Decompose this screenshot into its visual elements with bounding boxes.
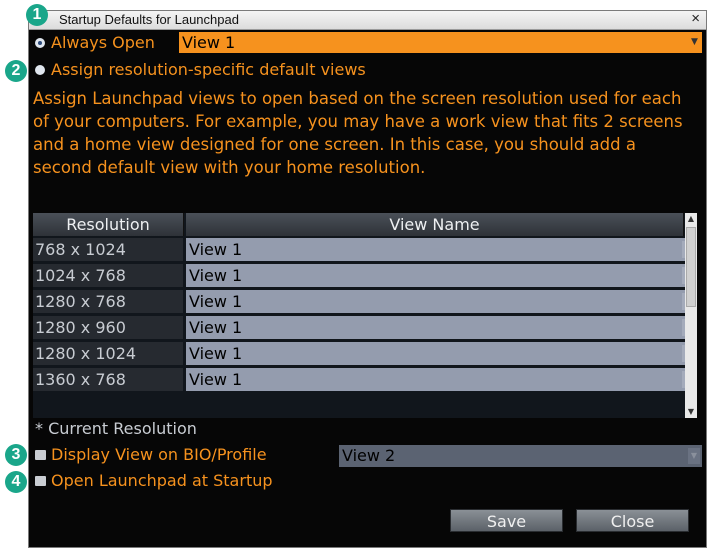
bio-view-select[interactable]: View 2 ▼ <box>339 445 702 467</box>
display-view-bio-label: Display View on BIO/Profile <box>51 445 267 464</box>
resolution-cell: 1280 x 768 <box>33 290 183 313</box>
resolution-cell: 1280 x 960 <box>33 316 183 339</box>
view-select[interactable]: View 1▼ <box>186 264 696 287</box>
open-at-startup-option[interactable]: Open Launchpad at Startup <box>35 471 273 490</box>
column-header-view-name[interactable]: View Name <box>186 213 684 236</box>
view-select[interactable]: View 1▼ <box>186 238 696 261</box>
table-scrollbar[interactable]: ▲ ▼ <box>685 213 697 418</box>
assign-resolution-option[interactable]: Assign resolution-specific default views <box>35 60 366 79</box>
scroll-up-icon[interactable]: ▲ <box>685 213 697 225</box>
callout-badge-3: 3 <box>5 444 27 466</box>
resolution-view-table: Resolution View Name 768 x 1024 View 1▼ … <box>33 213 697 418</box>
table-row[interactable]: 1280 x 1024 View 1▼ <box>33 342 697 365</box>
checkbox-icon[interactable] <box>35 475 46 486</box>
view-select[interactable]: View 1▼ <box>186 316 696 339</box>
view-value: View 1 <box>189 318 243 337</box>
save-button[interactable]: Save <box>450 509 563 532</box>
table-header: Resolution View Name <box>33 213 684 236</box>
table-row[interactable]: 1360 x 768 View 1▼ <box>33 368 697 391</box>
close-button[interactable]: Close <box>576 509 689 532</box>
view-value: View 1 <box>189 292 243 311</box>
open-at-startup-label: Open Launchpad at Startup <box>51 471 273 490</box>
current-resolution-note: * Current Resolution <box>35 419 197 438</box>
chevron-down-icon[interactable]: ▼ <box>688 448 700 464</box>
checkbox-icon[interactable] <box>35 449 46 460</box>
resolution-cell: 1024 x 768 <box>33 264 183 287</box>
always-open-label: Always Open <box>51 33 155 52</box>
display-view-bio-option[interactable]: Display View on BIO/Profile <box>35 445 267 464</box>
view-select[interactable]: View 1▼ <box>186 290 696 313</box>
description-text: Assign Launchpad views to open based on … <box>33 89 683 177</box>
always-open-view-value: View 1 <box>182 33 236 52</box>
column-header-resolution[interactable]: Resolution <box>33 213 184 236</box>
dialog-title: Startup Defaults for Launchpad <box>59 12 239 27</box>
callout-badge-2: 2 <box>5 60 27 82</box>
view-value: View 1 <box>189 240 243 259</box>
table-row[interactable]: 1024 x 768 View 1▼ <box>33 264 697 287</box>
scroll-down-icon[interactable]: ▼ <box>685 406 697 418</box>
callout-badge-1: 1 <box>26 4 48 26</box>
always-open-view-select[interactable]: View 1 ▼ <box>179 32 702 53</box>
callout-badge-4: 4 <box>5 471 27 493</box>
table-row[interactable]: 1280 x 960 View 1▼ <box>33 316 697 339</box>
always-open-option[interactable]: Always Open <box>35 33 155 52</box>
chevron-down-icon[interactable]: ▼ <box>690 36 699 48</box>
startup-defaults-dialog: Startup Defaults for Launchpad × Always … <box>28 10 707 548</box>
resolution-cell: 1360 x 768 <box>33 368 183 391</box>
radio-unselected-icon[interactable] <box>35 64 45 75</box>
view-select[interactable]: View 1▼ <box>186 368 696 391</box>
title-bar: Startup Defaults for Launchpad × <box>29 11 706 30</box>
table-row[interactable]: 768 x 1024 View 1▼ <box>33 238 697 261</box>
view-select[interactable]: View 1▼ <box>186 342 696 365</box>
bio-view-value: View 2 <box>342 446 396 465</box>
table-row[interactable]: 1280 x 768 View 1▼ <box>33 290 697 313</box>
resolution-cell: 768 x 1024 <box>33 238 183 261</box>
view-value: View 1 <box>189 266 243 285</box>
view-value: View 1 <box>189 370 243 389</box>
assign-resolution-label: Assign resolution-specific default views <box>51 60 366 79</box>
radio-selected-icon[interactable] <box>35 37 45 48</box>
view-value: View 1 <box>189 344 243 363</box>
close-icon[interactable]: × <box>691 11 700 27</box>
scrollbar-thumb[interactable] <box>686 227 696 307</box>
resolution-cell: 1280 x 1024 <box>33 342 183 365</box>
